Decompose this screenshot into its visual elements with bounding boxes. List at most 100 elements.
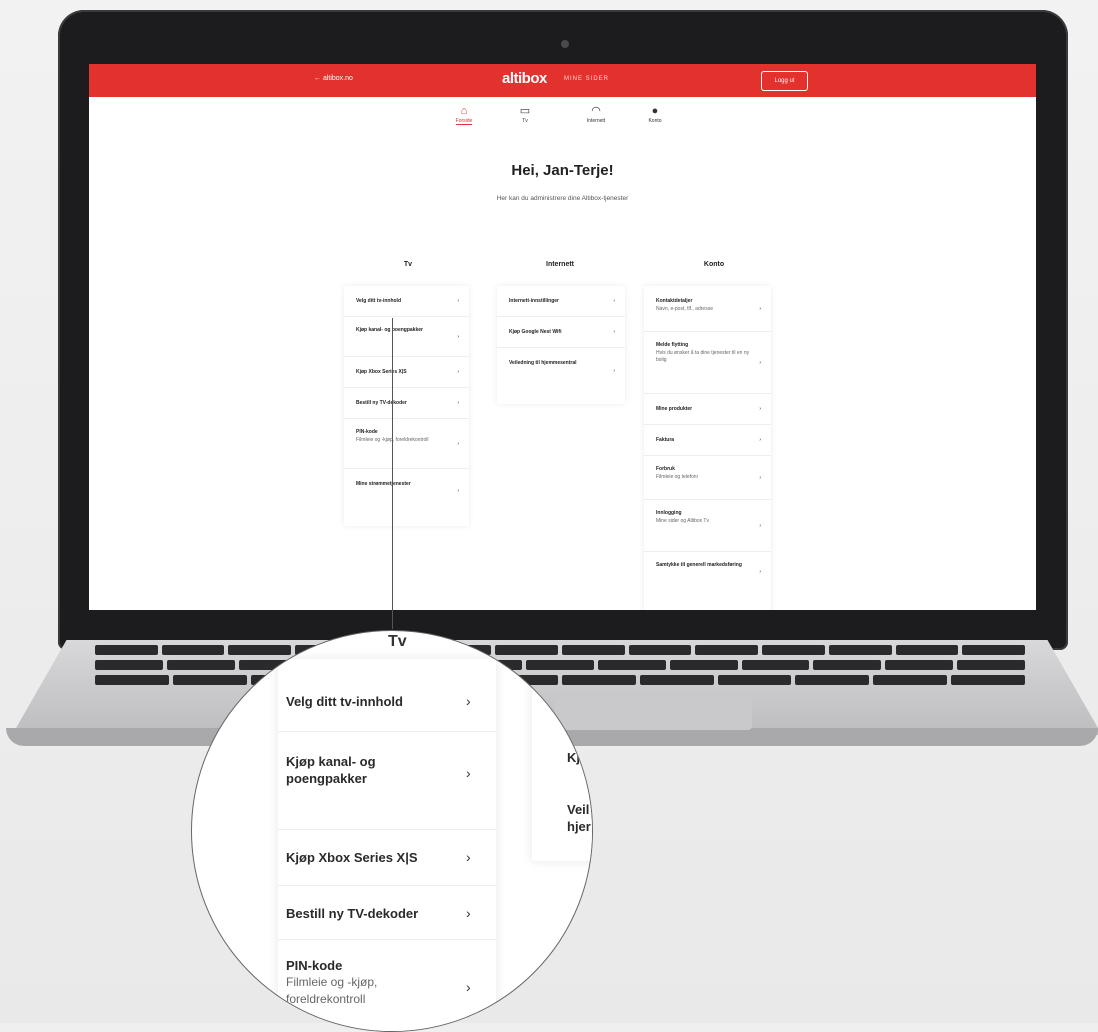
chevron-right-icon: › [466, 979, 471, 995]
chevron-right-icon: › [457, 298, 459, 304]
item-sub: Filmleie og telefoni [656, 474, 698, 480]
item-sub: Navn, e-post, tlf., adresse [656, 306, 713, 312]
list-item[interactable]: Melde flytting Hvis du ønsker å ta dine t… [644, 332, 771, 394]
item-label: Kontaktdetaljer [656, 298, 693, 304]
item-label: Mine produkter [656, 406, 693, 412]
item-label: Samtykke til generell markedsføring [656, 562, 742, 568]
item-label: Mine strømmetjenester [356, 481, 411, 487]
list-item[interactable]: Bestill ny TV-dekoder › [344, 388, 469, 419]
logo[interactable]: altibox [502, 70, 547, 87]
list-item[interactable]: Bestill ny TV-dekoder › [278, 885, 496, 940]
nav-label: Internett [586, 118, 606, 124]
chevron-right-icon: › [457, 440, 459, 447]
chevron-right-icon: › [466, 905, 471, 921]
item-sub: Hvis du ønsker å ta dine tjenester til e… [656, 350, 750, 363]
main-nav: ⌂ Forside ▭ Tv ◠ Internett ● Konto [89, 104, 1036, 140]
chevron-right-icon: › [457, 400, 459, 406]
peek-label: Kj [567, 750, 580, 765]
list-item[interactable]: Forbruk Filmleie og telefoni › [644, 456, 771, 500]
top-bar: ← altibox.no altibox MINE SIDER Logg ut [89, 64, 1036, 97]
nav-internett[interactable]: ◠ Internett [576, 104, 616, 124]
magnifier-circle: Tv Velg ditt tv-innhold › Kjøp kanal- og… [191, 630, 593, 1032]
item-label: Kjøp Xbox Series X|S [286, 850, 418, 865]
internett-heading: Internett [546, 261, 574, 268]
page-title: Hei, Jan-Terje! [511, 162, 614, 179]
item-label: PIN-kode [356, 429, 378, 435]
chevron-right-icon: › [457, 333, 459, 340]
item-label: Kjøp kanal- og poengpakker [356, 327, 423, 333]
back-link[interactable]: ← altibox.no [314, 75, 353, 82]
item-label-text: PIN-kode [286, 958, 343, 973]
list-item[interactable]: Faktura › [644, 425, 771, 456]
list-item[interactable]: Veiledning til hjemmesentral › [497, 348, 625, 393]
item-sub: Mine sider og Altibox Tv [656, 518, 709, 524]
list-item[interactable]: Samtykke til generell markedsføring › [644, 552, 771, 592]
item-label: Velg ditt tv-innhold [356, 298, 401, 304]
logout-button[interactable]: Logg ut [761, 71, 808, 91]
nav-konto[interactable]: ● Konto [635, 104, 675, 124]
nav-label: Forside [455, 118, 473, 125]
item-label: Kjøp Google Nest Wifi [509, 329, 562, 335]
list-item[interactable]: Kjøp kanal- og poengpakker › [278, 731, 496, 830]
camera-icon [561, 40, 569, 48]
item-label: Melde flytting [656, 342, 689, 348]
chevron-right-icon: › [759, 305, 761, 312]
list-item[interactable]: Kjøp Google Nest Wifi › [497, 317, 625, 348]
chevron-right-icon: › [759, 437, 761, 443]
home-icon: ⌂ [460, 105, 468, 117]
nav-forside[interactable]: ⌂ Forside [444, 104, 484, 125]
item-label: Velg ditt tv-innhold [286, 694, 403, 709]
chevron-right-icon: › [457, 369, 459, 375]
item-label: Innlogging [656, 510, 682, 516]
item-label: Bestill ny TV-dekoder [286, 906, 419, 921]
list-item[interactable]: Innlogging Mine sider og Altibox Tv › [644, 500, 771, 552]
list-item[interactable]: PIN-kode Filmleie og -kjøp, foreldrekontr… [278, 939, 496, 1031]
list-item[interactable]: Mine strømmetjenester › [344, 469, 469, 513]
chevron-right-icon: › [613, 367, 615, 374]
chevron-right-icon: › [759, 359, 761, 366]
item-label: Kjøp Xbox Series X|S [356, 369, 407, 375]
list-item[interactable]: Kjøp Xbox Series X|S › [278, 829, 496, 886]
item-label: Internett-innstillinger [509, 298, 559, 304]
chevron-right-icon: › [759, 522, 761, 529]
item-label: Bestill ny TV-dekoder [356, 400, 407, 406]
chevron-right-icon: › [759, 569, 761, 575]
chevron-right-icon: › [759, 474, 761, 481]
chevron-right-icon: › [613, 298, 615, 304]
list-item[interactable]: Kontaktdetaljer Navn, e-post, tlf., adres… [644, 286, 771, 332]
tv-heading: Tv [403, 261, 413, 268]
tv-icon: ▭ [519, 105, 531, 117]
logo-subtitle: MINE SIDER [564, 76, 610, 82]
item-sub: Filmleie og -kjøp, foreldrekontroll [286, 975, 378, 1006]
konto-heading: Konto [703, 261, 725, 268]
nav-tv[interactable]: ▭ Tv [505, 104, 545, 124]
nav-label: Konto [648, 118, 662, 124]
user-icon: ● [651, 105, 659, 117]
screen: ← altibox.no altibox MINE SIDER Logg ut … [89, 64, 1036, 610]
list-item[interactable]: Internett-innstillinger › [497, 286, 625, 317]
list-item[interactable]: Velg ditt tv-innhold › [278, 659, 496, 732]
list-item[interactable]: Kjøp Xbox Series X|S › [344, 357, 469, 388]
list-item[interactable]: Mine produkter › [644, 394, 771, 425]
magnifier-tv-card: Velg ditt tv-innhold › Kjøp kanal- og po… [278, 659, 496, 1031]
magnifier-title: Tv [388, 633, 407, 650]
chevron-right-icon: › [466, 849, 471, 865]
wifi-icon: ◠ [591, 105, 601, 117]
page-subtitle: Her kan du administrere dine Altibox-tje… [496, 195, 629, 202]
chevron-right-icon: › [759, 406, 761, 412]
nav-label: Tv [522, 118, 528, 124]
chevron-right-icon: › [466, 693, 471, 709]
peek-label: Veil hjer [567, 802, 591, 834]
list-item[interactable]: Velg ditt tv-innhold › [344, 286, 469, 317]
internett-card: Internett-innstillinger › Kjøp Google Nes… [497, 286, 625, 404]
tv-card: Velg ditt tv-innhold › Kjøp kanal- og poe… [344, 286, 469, 526]
item-label: Faktura [656, 437, 675, 443]
konto-card: Kontaktdetaljer Navn, e-post, tlf., adres… [644, 286, 771, 610]
item-label: Kjøp kanal- og poengpakker [286, 754, 376, 786]
chevron-right-icon: › [613, 329, 615, 335]
item-label: PIN-kode Filmleie og -kjøp, foreldrekontr… [286, 957, 416, 1008]
list-item[interactable]: PIN-kode Filmleie og -kjøp, foreldrekontr… [344, 419, 469, 469]
list-item[interactable]: Kjøp kanal- og poengpakker › [344, 317, 469, 357]
chevron-right-icon: › [466, 765, 471, 781]
callout-line [392, 318, 393, 629]
